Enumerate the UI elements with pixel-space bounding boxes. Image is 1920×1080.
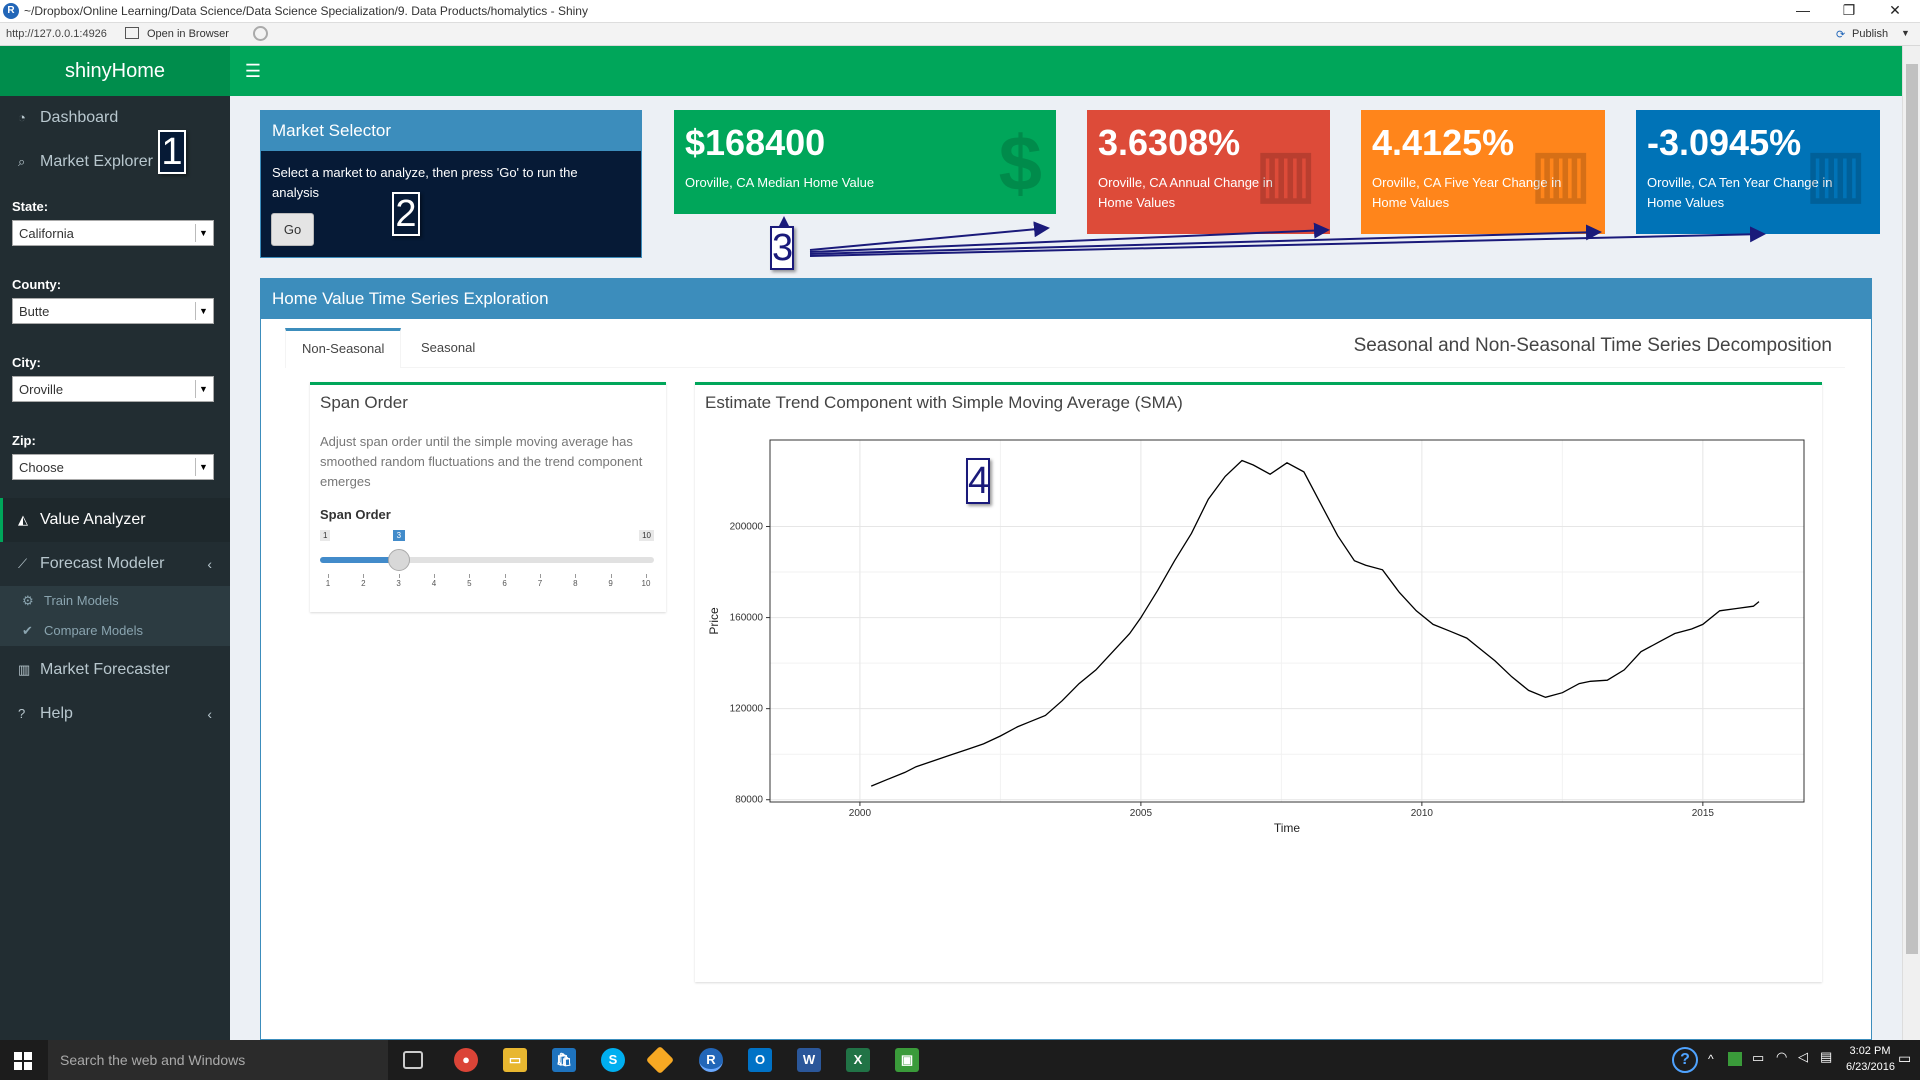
clock-date[interactable]: 6/23/2016	[1846, 1061, 1895, 1073]
taskbar-search[interactable]: Search the web and Windows	[48, 1040, 388, 1080]
slider-tick-label: 2	[361, 579, 366, 588]
slider-tick	[363, 574, 365, 578]
slider-max-label: 10	[639, 530, 654, 541]
annotation-marker-2: 2	[392, 192, 420, 236]
word-icon[interactable]: W	[797, 1048, 821, 1072]
help-icon[interactable]: ?	[1672, 1047, 1698, 1073]
x-tick-label: 2010	[1411, 808, 1434, 819]
trend-chart: 80000 120000 160000 200000 2000 2005 2010 2015 T…	[707, 439, 1805, 835]
y-tick-label: 80000	[735, 795, 763, 806]
slider-fill	[320, 557, 399, 563]
slider-tick	[434, 574, 435, 578]
battery-icon[interactable]: ▭	[1752, 1050, 1764, 1066]
slider-tick	[328, 574, 329, 578]
keyboard-icon[interactable]: ▤	[1820, 1049, 1832, 1065]
x-tick-label: 2000	[849, 808, 872, 819]
slider-handle[interactable]	[387, 549, 410, 571]
volume-icon[interactable]: ◁	[1798, 1049, 1808, 1065]
rstudio-icon[interactable]: R	[699, 1048, 723, 1072]
slider-tick-label: 3	[396, 579, 401, 588]
slider-tick-label: 1	[325, 579, 331, 588]
clock-time[interactable]: 3:02 PM	[1848, 1045, 1892, 1057]
span-order-slider[interactable]: 1 10 3 1 2 3 4 5 6 7 8 9 10	[320, 530, 658, 600]
annotation-marker-3: 3	[770, 226, 794, 270]
y-tick-label: 160000	[730, 613, 764, 624]
chrome-icon[interactable]: ●	[454, 1048, 478, 1072]
slider-tick-label: 8	[573, 579, 578, 588]
span-order-title: Span Order	[320, 393, 408, 412]
slider-tick-label: 9	[608, 579, 613, 588]
tab-seasonal[interactable]: Seasonal	[405, 328, 491, 368]
tab-non-seasonal[interactable]: Non-Seasonal	[285, 328, 402, 368]
x-tick-label: 2005	[1130, 808, 1153, 819]
slider-tick	[646, 574, 647, 578]
slider-ticks: 1 2 3 4 5 6 7 8 9 10	[320, 574, 654, 594]
slider-tick-label: 6	[502, 579, 507, 588]
x-axis-label: Time	[1274, 821, 1301, 835]
slider-tick	[504, 574, 506, 578]
skype-icon[interactable]: S	[601, 1048, 625, 1072]
excel-icon[interactable]: X	[846, 1048, 870, 1072]
slider-tick	[610, 574, 612, 578]
slider-tick-label: 7	[537, 579, 543, 588]
plot-area	[769, 439, 1805, 803]
annotation-marker-1: 1	[158, 130, 186, 174]
x-tick-label: 2015	[1692, 808, 1715, 819]
store-icon[interactable]: 🛍	[552, 1048, 576, 1072]
file-explorer-icon[interactable]: ▭	[503, 1048, 527, 1072]
slider-tick-label: 10	[641, 579, 651, 588]
annotation-marker-4: 4	[966, 458, 990, 504]
tray-app-icon[interactable]	[1728, 1052, 1742, 1066]
scrollbar-thumb[interactable]	[1906, 64, 1918, 954]
slider-tick	[575, 574, 577, 578]
notifications-icon[interactable]: ▭	[1898, 1050, 1911, 1067]
slider-min-label: 1	[320, 530, 331, 541]
windows-start-icon[interactable]	[14, 1052, 32, 1070]
tray-chevron-up-icon[interactable]: ^	[1708, 1052, 1714, 1066]
slider-tick-label: 4	[431, 579, 437, 588]
vertical-scrollbar[interactable]	[1902, 46, 1920, 1040]
slider-tick	[469, 574, 471, 578]
trend-panel-title: Estimate Trend Component with Simple Mov…	[705, 393, 1183, 412]
tab-header-title: Seasonal and Non-Seasonal Time Series De…	[1353, 335, 1832, 356]
slider-label: Span Order	[320, 507, 391, 522]
time-series-title: Home Value Time Series Exploration	[261, 279, 1871, 319]
slider-value-label: 3	[392, 530, 406, 541]
slider-tick	[540, 574, 541, 578]
slider-tick-label: 5	[467, 579, 472, 588]
y-tick-label: 200000	[730, 522, 764, 533]
span-order-help: Adjust span order until the simple movin…	[320, 434, 643, 489]
slider-tick	[398, 574, 400, 578]
app-icon[interactable]: ▣	[895, 1048, 919, 1072]
wifi-icon[interactable]: ◠	[1776, 1049, 1787, 1065]
outlook-icon[interactable]: O	[748, 1048, 772, 1072]
y-tick-label: 120000	[730, 704, 764, 715]
y-axis-label: Price	[707, 607, 721, 635]
task-view-icon[interactable]	[403, 1051, 423, 1069]
